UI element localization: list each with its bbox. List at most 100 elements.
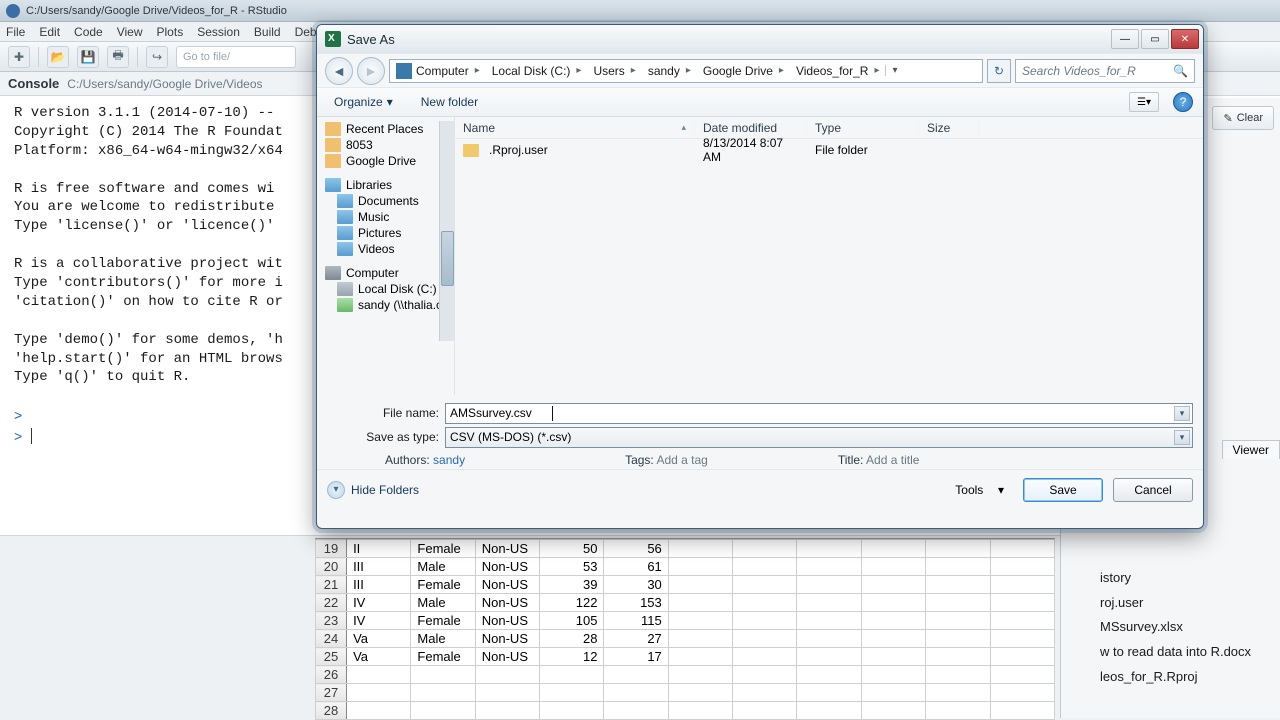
menu-build[interactable]: Build xyxy=(254,25,281,39)
menu-plots[interactable]: Plots xyxy=(157,25,184,39)
file-item[interactable]: w to read data into R.docx xyxy=(1100,640,1280,665)
row-header[interactable]: 21 xyxy=(316,576,347,594)
row-header[interactable]: 26 xyxy=(316,666,347,684)
save-button[interactable]: Save xyxy=(1023,478,1103,502)
table-row[interactable]: 24 Va Male Non-US 28 27 xyxy=(316,630,1055,648)
table-row[interactable]: 21 III Female Non-US 39 30 xyxy=(316,576,1055,594)
col-date[interactable]: Date modified xyxy=(695,121,807,135)
goto-icon[interactable]: ↪ xyxy=(146,46,168,68)
chevron-down-icon[interactable]: ▾ xyxy=(1174,430,1190,445)
forward-icon[interactable]: ► xyxy=(357,57,385,85)
spreadsheet[interactable]: 19 II Female Non-US 50 56 20 III Male No… xyxy=(315,538,1055,720)
file-item[interactable]: roj.user xyxy=(1100,591,1280,616)
open-file-icon[interactable]: 📂 xyxy=(47,46,69,68)
hide-folders-button[interactable]: ▾Hide Folders xyxy=(327,481,419,499)
table-row[interactable]: 22 IV Male Non-US 122 153 xyxy=(316,594,1055,612)
tree-computer[interactable]: Computer xyxy=(325,265,454,281)
broom-icon: ✎ xyxy=(1223,112,1232,125)
tree-localdisk[interactable]: Local Disk (C:) xyxy=(325,281,454,297)
clear-button[interactable]: ✎Clear xyxy=(1212,106,1274,130)
tree-libraries[interactable]: Libraries xyxy=(325,177,454,193)
minimize-icon[interactable]: — xyxy=(1111,29,1139,49)
toolbar-sep xyxy=(137,47,138,67)
table-row[interactable]: 28 xyxy=(316,702,1055,720)
row-header[interactable]: 19 xyxy=(316,540,347,558)
file-list-header[interactable]: Name ▴ Date modified Type Size xyxy=(455,117,1203,139)
title-input[interactable]: Add a title xyxy=(866,453,919,467)
tree-gdrive[interactable]: Google Drive xyxy=(325,153,454,169)
tree-recent[interactable]: Recent Places xyxy=(325,121,454,137)
authors-value[interactable]: sandy xyxy=(433,453,465,467)
col-type[interactable]: Type xyxy=(807,121,919,135)
organize-button[interactable]: Organize ▾ xyxy=(327,92,400,112)
print-icon[interactable]: 🖶 xyxy=(107,46,129,68)
col-name[interactable]: Name ▴ xyxy=(455,121,695,135)
file-row[interactable]: .Rproj.user 8/13/2014 8:07 AM File folde… xyxy=(455,139,1203,161)
crumb-drive[interactable]: Local Disk (C:) xyxy=(486,60,588,82)
refresh-icon[interactable]: ↻ xyxy=(987,59,1011,83)
help-icon[interactable]: ? xyxy=(1173,92,1193,112)
row-header[interactable]: 28 xyxy=(316,702,347,720)
menu-session[interactable]: Session xyxy=(197,25,240,39)
table-row[interactable]: 23 IV Female Non-US 105 115 xyxy=(316,612,1055,630)
menu-edit[interactable]: Edit xyxy=(39,25,60,39)
tree-pictures[interactable]: Pictures xyxy=(325,225,454,241)
save-type-select[interactable]: CSV (MS-DOS) (*.csv)▾ xyxy=(445,427,1193,448)
view-options-icon[interactable]: ☰▾ xyxy=(1129,92,1159,112)
table-row[interactable]: 20 III Male Non-US 53 61 xyxy=(316,558,1055,576)
row-header[interactable]: 23 xyxy=(316,612,347,630)
breadcrumb[interactable]: Computer Local Disk (C:) Users sandy Goo… xyxy=(389,59,983,83)
row-header[interactable]: 24 xyxy=(316,630,347,648)
row-header[interactable]: 22 xyxy=(316,594,347,612)
row-header[interactable]: 25 xyxy=(316,648,347,666)
tree-network[interactable]: sandy (\\thalia.cl xyxy=(325,297,454,313)
breadcrumb-dropdown-icon[interactable]: ▾ xyxy=(885,65,903,76)
excel-icon xyxy=(325,31,341,47)
file-item[interactable]: istory xyxy=(1100,566,1280,591)
row-header[interactable]: 20 xyxy=(316,558,347,576)
file-list[interactable]: Name ▴ Date modified Type Size .Rproj.us… xyxy=(455,117,1203,395)
tree-music[interactable]: Music xyxy=(325,209,454,225)
tree-8053[interactable]: 8053 xyxy=(325,137,454,153)
back-icon[interactable]: ◄ xyxy=(325,57,353,85)
scrollbar[interactable] xyxy=(439,121,454,341)
dialog-body: Recent Places 8053 Google Drive Librarie… xyxy=(317,117,1203,395)
table-row[interactable]: 25 Va Female Non-US 12 17 xyxy=(316,648,1055,666)
crumb-gdrive[interactable]: Google Drive xyxy=(697,60,790,82)
file-item[interactable]: MSsurvey.xlsx xyxy=(1100,615,1280,640)
console-path: C:/Users/sandy/Google Drive/Videos xyxy=(67,77,262,91)
tags-input[interactable]: Add a tag xyxy=(656,453,707,467)
tools-dropdown[interactable]: Tools ▾ xyxy=(946,479,1013,501)
file-item[interactable]: leos_for_R.Rproj xyxy=(1100,665,1280,690)
scrollbar-thumb[interactable] xyxy=(441,231,454,286)
menu-code[interactable]: Code xyxy=(74,25,103,39)
menu-view[interactable]: View xyxy=(117,25,143,39)
maximize-icon[interactable]: ▭ xyxy=(1141,29,1169,49)
save-type-label: Save as type: xyxy=(327,430,439,444)
crumb-computer[interactable]: Computer xyxy=(390,60,486,82)
new-file-icon[interactable]: ✚ xyxy=(8,46,30,68)
goto-file-input[interactable]: Go to file/ xyxy=(176,46,296,68)
chevron-down-icon[interactable]: ▾ xyxy=(1174,406,1190,421)
col-size[interactable]: Size xyxy=(919,121,979,135)
table-row[interactable]: 26 xyxy=(316,666,1055,684)
viewer-tab[interactable]: Viewer xyxy=(1222,440,1280,459)
nav-tree[interactable]: Recent Places 8053 Google Drive Librarie… xyxy=(317,117,455,395)
dialog-titlebar[interactable]: Save As — ▭ ✕ xyxy=(317,25,1203,53)
table-row[interactable]: 27 xyxy=(316,684,1055,702)
tree-videos[interactable]: Videos xyxy=(325,241,454,257)
crumb-users[interactable]: Users xyxy=(587,60,641,82)
row-header[interactable]: 27 xyxy=(316,684,347,702)
new-folder-button[interactable]: New folder xyxy=(414,92,485,112)
file-name-input[interactable]: AMSsurvey.csv▾ xyxy=(445,403,1193,424)
close-icon[interactable]: ✕ xyxy=(1171,29,1199,49)
authors-label: Authors: xyxy=(385,453,430,467)
save-icon[interactable]: 💾 xyxy=(77,46,99,68)
crumb-sandy[interactable]: sandy xyxy=(642,60,697,82)
menu-file[interactable]: File xyxy=(6,25,25,39)
tree-documents[interactable]: Documents xyxy=(325,193,454,209)
table-row[interactable]: 19 II Female Non-US 50 56 xyxy=(316,540,1055,558)
search-input[interactable]: Search Videos_for_R🔍 xyxy=(1015,59,1195,83)
cancel-button[interactable]: Cancel xyxy=(1113,478,1193,502)
crumb-folder[interactable]: Videos_for_R xyxy=(790,60,886,82)
